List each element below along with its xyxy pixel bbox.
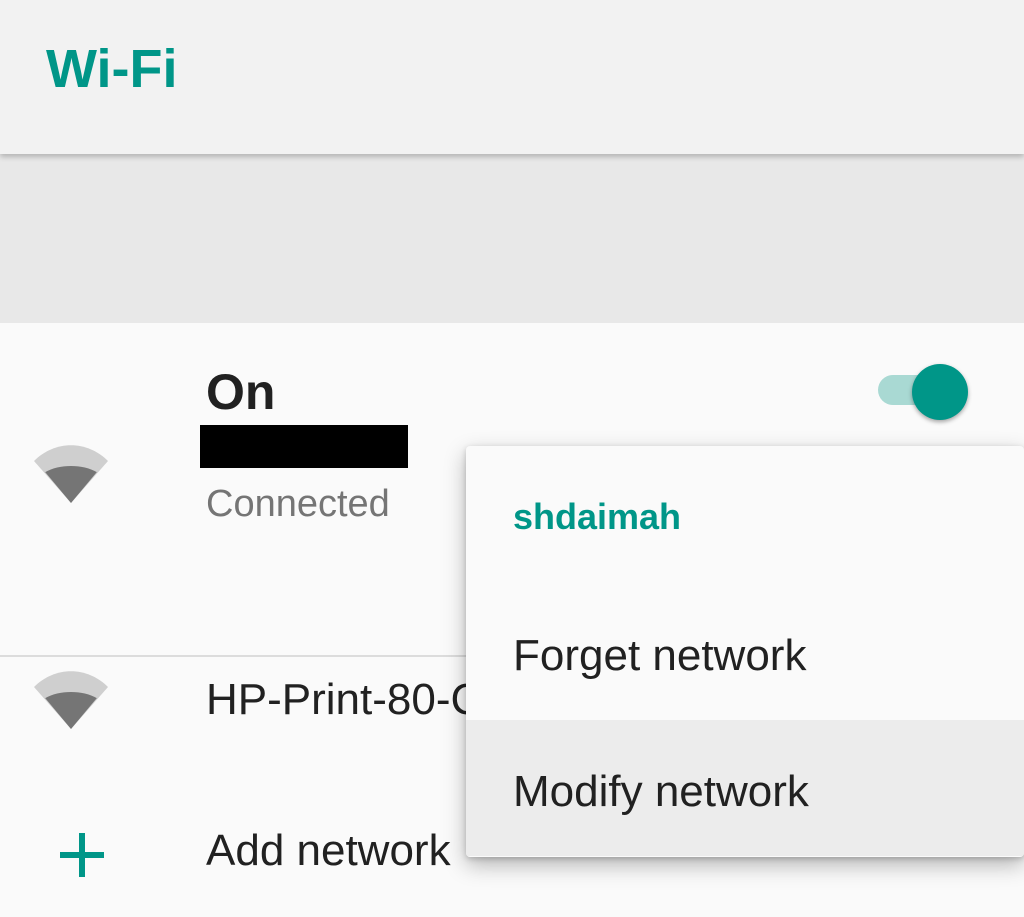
context-menu-title: shdaimah: [513, 496, 682, 537]
network-name: HP-Print-80-C: [206, 675, 483, 724]
redacted-network-name: [200, 425, 408, 468]
menu-item-label: Forget network: [513, 631, 807, 680]
page-title: Wi-Fi: [46, 39, 178, 99]
menu-item-label: Modify network: [513, 767, 809, 816]
toggle-thumb[interactable]: [912, 364, 968, 420]
wifi-signal-icon: [34, 445, 108, 503]
forget-network-menu-item[interactable]: Forget network: [466, 584, 1024, 720]
wifi-signal-icon: [34, 671, 108, 729]
app-bar: Wi-Fi: [0, 0, 1024, 154]
network-context-menu: shdaimah Forget network Modify network: [466, 446, 1024, 857]
network-status: Connected: [206, 483, 390, 525]
wifi-toggle-switch[interactable]: [878, 364, 970, 420]
modify-network-menu-item[interactable]: Modify network: [466, 720, 1024, 856]
wifi-switch-label: On: [206, 364, 276, 420]
add-network-label: Add network: [206, 826, 451, 875]
wifi-master-switch-bar[interactable]: On: [0, 154, 1024, 420]
add-icon: [60, 833, 104, 877]
